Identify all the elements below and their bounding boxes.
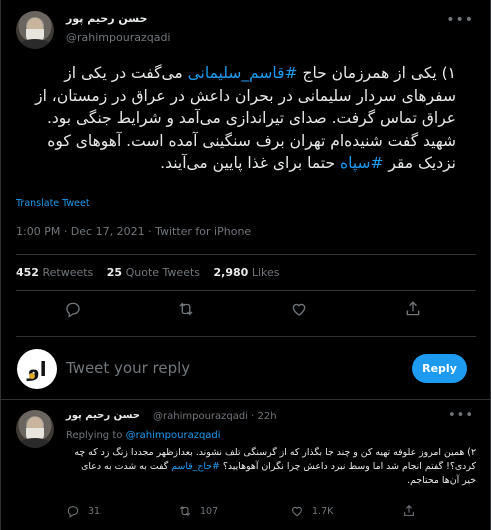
share-icon [404, 505, 414, 516]
retweet-icon [179, 506, 191, 516]
divider [16, 254, 476, 255]
retweet-count: 107 [200, 505, 219, 517]
tweet-text: ۱) یکی از همرزمان حاج #قاسم_سلیمانی می‌گ… [18, 62, 456, 175]
replying-to: Replying to @rahimpourazqadi [66, 430, 221, 441]
more-icon[interactable]: ••• [448, 408, 474, 423]
retweet-count-button[interactable]: 107 [178, 504, 218, 518]
reply-button[interactable]: Reply [412, 354, 467, 383]
share-icon[interactable] [404, 300, 426, 322]
hashtag-link[interactable]: #حاج_قاسم [171, 461, 220, 472]
reply-input[interactable]: Tweet your reply [66, 359, 190, 377]
tweet-text-part: حتما برای غذا پایین می‌آیند. [160, 154, 340, 172]
like-icon[interactable] [290, 300, 312, 322]
reply-author-name[interactable]: حسن رحیم پور [66, 410, 140, 421]
more-icon[interactable]: ••• [446, 12, 474, 28]
tweet-actions [16, 300, 476, 328]
retweets-stat[interactable]: 452 Retweets [16, 266, 93, 279]
tweet-header: حسن رحیم پور @rahimpourazqadi ••• [16, 10, 476, 50]
reply-count-button[interactable]: 31 [66, 504, 100, 518]
divider [16, 336, 476, 337]
reply-actions: 31 107 1.7K [66, 504, 476, 522]
retweet-icon[interactable] [177, 300, 199, 322]
tweet-detail-panel: حسن رحیم پور @rahimpourazqadi ••• ۱) یکی… [0, 0, 491, 530]
tweet-stats: 452 Retweets 25 Quote Tweets 2,980 Likes [16, 266, 289, 279]
author-name[interactable]: حسن رحیم پور [66, 12, 147, 25]
user-avatar-logo[interactable]: او [17, 349, 57, 389]
reply-author-handle[interactable]: @rahimpourazqadi · 22h [153, 411, 277, 422]
reply-count: 31 [88, 505, 101, 517]
hashtag-link[interactable]: #سپاه [340, 154, 384, 172]
likes-stat[interactable]: 2,980 Likes [214, 266, 280, 279]
reply-text: ۲) همین امروز علوفه تهیه کن و چند جا بگذ… [74, 447, 476, 486]
reply-icon[interactable] [64, 300, 86, 322]
share-button[interactable] [402, 504, 416, 518]
tweet-timestamp[interactable]: 1:00 PM · Dec 17, 2021 · Twitter for iPh… [16, 225, 251, 238]
reply-author-avatar[interactable] [16, 410, 54, 448]
divider [16, 290, 476, 291]
author-avatar[interactable] [16, 11, 54, 49]
quotes-stat[interactable]: 25 Quote Tweets [107, 266, 200, 279]
divider [1, 399, 491, 400]
reply-icon [67, 506, 79, 518]
translate-tweet-link[interactable]: Translate Tweet [16, 198, 90, 209]
replying-to-link[interactable]: @rahimpourazqadi [126, 430, 221, 441]
like-icon [292, 506, 302, 517]
author-handle[interactable]: @rahimpourazqadi [66, 31, 171, 44]
like-count-button[interactable]: 1.7K [290, 504, 333, 518]
reply-composer: او Tweet your reply Reply [16, 346, 476, 394]
hashtag-link[interactable]: #قاسم_سلیمانی [188, 64, 298, 82]
like-count: 1.7K [312, 505, 334, 517]
tweet-text-part: ۱) یکی از همرزمان حاج [297, 64, 456, 82]
